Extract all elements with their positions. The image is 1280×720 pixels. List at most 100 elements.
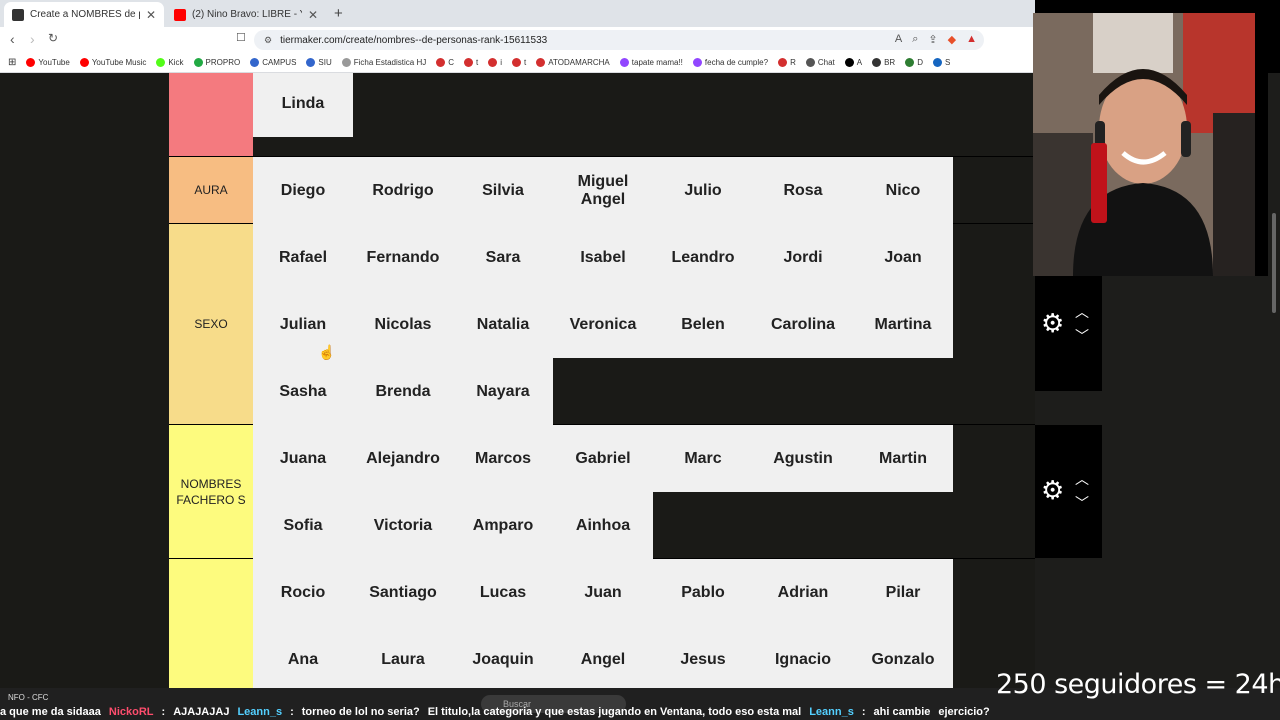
bookmark-item[interactable]: C — [436, 58, 454, 67]
tier-item[interactable]: Joaquin — [453, 626, 553, 688]
address-bar[interactable]: ⚙ tiermaker.com/create/nombres--de-perso… — [254, 30, 984, 50]
tier-item[interactable]: Martin — [853, 425, 953, 492]
chevron-up-icon[interactable]: ︿ — [1075, 300, 1089, 324]
tier-item[interactable]: Veronica — [553, 291, 653, 358]
tier-item[interactable]: Gabriel — [553, 425, 653, 492]
tier-item[interactable]: Marcos — [453, 425, 553, 492]
tier-item[interactable]: Agustin — [753, 425, 853, 492]
tier-item[interactable]: Natalia — [453, 291, 553, 358]
bookmark-item[interactable]: A — [844, 58, 862, 67]
tier-item[interactable]: Sasha — [253, 358, 353, 425]
bookmark-item[interactable]: fecha de cumple? — [692, 58, 768, 67]
bookmark-item[interactable]: YouTube — [26, 58, 70, 67]
tier-item[interactable]: Carolina — [753, 291, 853, 358]
tier-item[interactable]: Pablo — [653, 559, 753, 626]
tier-item[interactable]: Nayara — [453, 358, 553, 425]
tier-item[interactable]: Julian — [253, 291, 353, 358]
bookmark-item[interactable]: SIU — [306, 58, 332, 67]
tier-item[interactable]: Sara — [453, 224, 553, 291]
bookmark-item[interactable]: Kick — [156, 58, 184, 67]
shield-icon[interactable]: ◆ — [948, 33, 956, 46]
move-tier-arrows[interactable]: ︿ ﹀ — [1075, 467, 1089, 515]
bookmark-item[interactable]: YouTube Music — [79, 58, 146, 67]
share-icon[interactable]: ⇪ — [928, 33, 937, 46]
move-tier-arrows[interactable]: ︿ ﹀ — [1075, 300, 1089, 348]
chevron-down-icon[interactable]: ﹀ — [1075, 491, 1089, 515]
translate-icon[interactable]: A — [895, 33, 902, 46]
tab-tiermaker[interactable]: Create a NOMBRES de personas ✕ — [4, 2, 164, 27]
tier-item[interactable]: Ana — [253, 626, 353, 688]
tier-item[interactable]: Alejandro — [353, 425, 453, 492]
tier-item[interactable]: Nicolas — [353, 291, 453, 358]
tier-item[interactable]: Joan — [853, 224, 953, 291]
tier-label[interactable]: SEXO — [169, 224, 253, 424]
new-tab-icon[interactable]: + — [334, 5, 343, 22]
close-tab-icon[interactable]: ✕ — [146, 8, 156, 22]
tier-item[interactable]: Victoria — [353, 492, 453, 559]
close-tab-icon[interactable]: ✕ — [308, 8, 318, 22]
bookmark-item[interactable]: PROPRO — [193, 58, 240, 67]
tier-item[interactable]: Rafael — [253, 224, 353, 291]
tier-item[interactable]: Brenda — [353, 358, 453, 425]
tier-item[interactable]: Silvia — [453, 157, 553, 224]
alert-icon[interactable]: ▲ — [966, 33, 977, 46]
bookmark-item[interactable]: Chat — [805, 58, 835, 67]
back-icon[interactable]: ‹ — [10, 31, 15, 47]
bookmark-item[interactable]: t — [512, 58, 526, 67]
tier-item[interactable]: Julio — [653, 157, 753, 224]
tier-item[interactable]: Linda — [253, 73, 353, 137]
tier-item[interactable]: Martina — [853, 291, 953, 358]
bookmark-item[interactable]: tapate mama!! — [619, 58, 683, 67]
news-widget[interactable]: NFO - CFC — [8, 693, 48, 702]
bookmark-item[interactable]: Ficha Estadistica HJ — [341, 58, 426, 67]
page-scrollbar[interactable] — [1268, 73, 1280, 688]
zoom-icon[interactable]: ⌕ — [912, 33, 918, 46]
bookmark-item[interactable]: R — [778, 58, 796, 67]
chevron-down-icon[interactable]: ﹀ — [1075, 324, 1089, 348]
tier-item[interactable]: Rodrigo — [353, 157, 453, 224]
tier-item[interactable]: Gonzalo — [853, 626, 953, 688]
gear-icon[interactable]: ⚙ — [1041, 308, 1064, 339]
tier-item[interactable]: Marc — [653, 425, 753, 492]
bookmark-item[interactable]: S — [933, 58, 950, 67]
tier-item[interactable]: Adrian — [753, 559, 853, 626]
gear-icon[interactable]: ⚙ — [1041, 475, 1064, 506]
tier-item[interactable]: Diego — [253, 157, 353, 224]
tier-item[interactable]: Ignacio — [753, 626, 853, 688]
tier-item[interactable]: Lucas — [453, 559, 553, 626]
tier-item[interactable]: Jordi — [753, 224, 853, 291]
bookmark-icon[interactable]: ☐ — [236, 31, 246, 44]
tier-item[interactable]: Rosa — [753, 157, 853, 224]
bookmark-item[interactable]: D — [905, 58, 923, 67]
scroll-thumb[interactable] — [1272, 213, 1276, 313]
tier-item[interactable]: Laura — [353, 626, 453, 688]
tier-item[interactable]: Juana — [253, 425, 353, 492]
bookmark-item[interactable]: ATODAMARCHA — [536, 58, 610, 67]
site-info-icon[interactable]: ⚙ — [264, 35, 272, 46]
tier-label[interactable] — [169, 559, 253, 688]
tier-item[interactable]: Nico — [853, 157, 953, 224]
tier-item[interactable]: Jesus — [653, 626, 753, 688]
tier-item[interactable]: Amparo — [453, 492, 553, 559]
chevron-up-icon[interactable]: ︿ — [1075, 467, 1089, 491]
tab-youtube[interactable]: (2) Nino Bravo: LIBRE - YouTube ✕ — [166, 2, 326, 27]
tier-item[interactable]: Rocio — [253, 559, 353, 626]
forward-icon[interactable]: › — [30, 31, 35, 47]
bookmark-item[interactable]: BR — [872, 58, 895, 67]
bookmark-item[interactable]: i — [488, 58, 502, 67]
reload-icon[interactable]: ↻ — [48, 31, 58, 45]
tier-item[interactable]: Miguel Angel — [553, 157, 653, 224]
tier-item[interactable]: Juan — [553, 559, 653, 626]
bookmark-item[interactable]: CAMPUS — [250, 58, 296, 67]
tier-label[interactable]: AURA — [169, 157, 253, 223]
tier-item[interactable]: Sofia — [253, 492, 353, 559]
tier-item[interactable]: Angel — [553, 626, 653, 688]
tier-item[interactable]: Isabel — [553, 224, 653, 291]
tier-item[interactable]: Fernando — [353, 224, 453, 291]
tier-label[interactable]: NOMBRES FACHERO S — [169, 425, 253, 558]
tier-label[interactable] — [169, 73, 253, 156]
apps-grid-icon[interactable]: ⊞ — [8, 57, 16, 68]
tier-item[interactable]: Pilar — [853, 559, 953, 626]
bookmark-item[interactable]: t — [464, 58, 478, 67]
tier-item[interactable]: Santiago — [353, 559, 453, 626]
